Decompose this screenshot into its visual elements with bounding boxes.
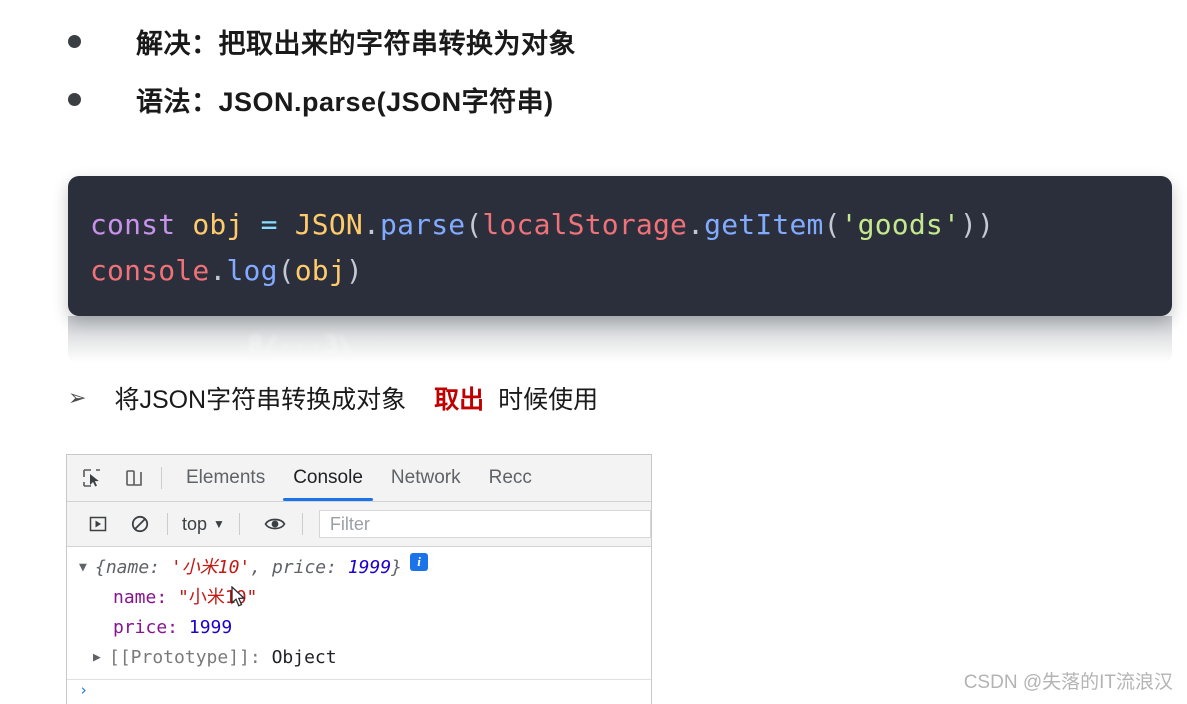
execution-context-selector[interactable]: top ▼	[178, 514, 229, 535]
devtools-tabbar: Elements Console Network Recc	[67, 455, 651, 502]
filterbar-divider-3	[301, 513, 303, 535]
code-token: (	[823, 208, 841, 241]
filterbar-divider-2	[238, 513, 240, 535]
summary-key-name: name	[105, 557, 150, 578]
bullet-text: 解决：把取出来的字符串转换为对象	[136, 28, 576, 59]
console-output: ▼ { name : '小米10' , price : 1999 } i nam…	[67, 547, 651, 700]
tab-recorder[interactable]: Recc	[475, 455, 546, 501]
collapse-triangle-icon[interactable]: ▶	[93, 643, 109, 673]
bullet-list: 解决：把取出来的字符串转换为对象 语法：JSON.parse(JSON字符串)	[0, 12, 1187, 128]
code-line-1: const obj = JSON.parse(localStorage.getI…	[90, 202, 1172, 248]
tab-network[interactable]: Network	[377, 455, 475, 501]
bullet-item-solution: 解决：把取出来的字符串转换为对象	[0, 12, 1187, 70]
property-spacer	[167, 583, 178, 613]
console-object-summary[interactable]: ▼ { name : '小米10' , price : 1999 } i	[67, 553, 651, 583]
code-token: obj	[294, 254, 346, 287]
device-toolbar-icon[interactable]	[117, 463, 151, 493]
code-token: (	[277, 254, 295, 287]
code-token: JSON	[294, 208, 363, 241]
code-token: 'goods'	[840, 208, 961, 241]
bullet-text: 语法：JSON.parse(JSON字符串)	[136, 86, 554, 117]
prototype-label: [[Prototype]]:	[109, 647, 261, 668]
note-row: ➢ 将JSON字符串转换成对象 取出 时候使用	[68, 380, 598, 416]
bullet-item-syntax: 语法：JSON.parse(JSON字符串)	[0, 70, 1187, 128]
property-key: price:	[113, 617, 179, 638]
summary-close-brace: }	[391, 557, 403, 578]
code-block: const obj = JSON.parse(localStorage.getI…	[68, 176, 1172, 316]
code-token: const	[90, 208, 176, 241]
execution-context-label: top	[182, 513, 208, 534]
code-token: obj	[192, 208, 244, 241]
toolbar-divider	[161, 467, 162, 489]
note-emphasis-text: 取出	[434, 386, 485, 414]
code-token: .	[209, 254, 227, 287]
inspect-element-icon[interactable]	[75, 463, 109, 493]
devtools-panel: Elements Console Network Recc top ▼ Filt…	[66, 454, 652, 704]
prototype-value: Object	[271, 647, 337, 668]
summary-open-brace: {	[95, 557, 106, 578]
console-property-row: name: "小米10"	[67, 583, 651, 613]
code-token: parse	[380, 208, 466, 241]
watermark: CSDN @失落的IT流浪汉	[963, 672, 1173, 693]
chevron-down-icon: ▼	[213, 517, 225, 531]
execute-snippet-icon[interactable]	[81, 509, 115, 539]
console-prototype-row[interactable]: ▶ [[Prototype]]: Object	[67, 643, 651, 673]
code-token: console	[90, 254, 210, 287]
code-token: .	[362, 208, 381, 241]
summary-colon-1: :	[149, 557, 171, 578]
tab-console[interactable]: Console	[279, 455, 377, 501]
code-token: .	[687, 208, 705, 241]
property-key: name:	[113, 587, 168, 608]
reflection-ghost-text: 8/---3\	[248, 330, 354, 359]
console-prompt-icon[interactable]: ›	[67, 680, 651, 700]
bullet-dot-icon	[68, 34, 81, 48]
code-line-2: console.log(obj)	[90, 248, 1172, 294]
code-token: ))	[960, 208, 995, 241]
code-block-reflection: 8/---3\	[68, 316, 1172, 364]
summary-key-price: price	[271, 557, 327, 578]
summary-comma: ,	[250, 557, 272, 578]
tab-elements[interactable]: Elements	[172, 455, 279, 501]
devtools-filterbar: top ▼ Filter	[67, 502, 651, 547]
live-expression-icon[interactable]	[258, 509, 292, 539]
bullet-dot-icon	[68, 92, 81, 106]
summary-value-name: '小米10'	[170, 557, 251, 578]
console-property-row: price: 1999	[67, 613, 651, 643]
code-block-wrapper: const obj = JSON.parse(localStorage.getI…	[68, 176, 1172, 316]
filterbar-divider	[167, 513, 168, 535]
code-token: =	[260, 208, 278, 241]
code-token: )	[345, 254, 363, 287]
console-filter-input[interactable]: Filter	[318, 510, 651, 538]
summary-colon-2: :	[326, 557, 348, 578]
info-badge-icon[interactable]: i	[410, 553, 429, 571]
expand-triangle-icon[interactable]: ▼	[79, 553, 95, 583]
clear-console-icon[interactable]	[123, 509, 157, 539]
code-token: (	[465, 208, 483, 241]
note-tail-text: 时候使用	[498, 386, 599, 414]
note-lead-text: 将JSON字符串转换成对象	[114, 386, 407, 414]
arrow-bullet-icon: ➢	[68, 385, 87, 410]
summary-value-price: 1999	[347, 557, 392, 578]
code-token: localStorage	[482, 208, 688, 241]
property-value: 1999	[188, 617, 233, 638]
prototype-spacer	[261, 643, 272, 673]
property-value: "小米10"	[178, 587, 258, 608]
code-token: getItem	[704, 208, 824, 241]
code-token: log	[226, 254, 278, 287]
property-spacer	[178, 613, 189, 643]
